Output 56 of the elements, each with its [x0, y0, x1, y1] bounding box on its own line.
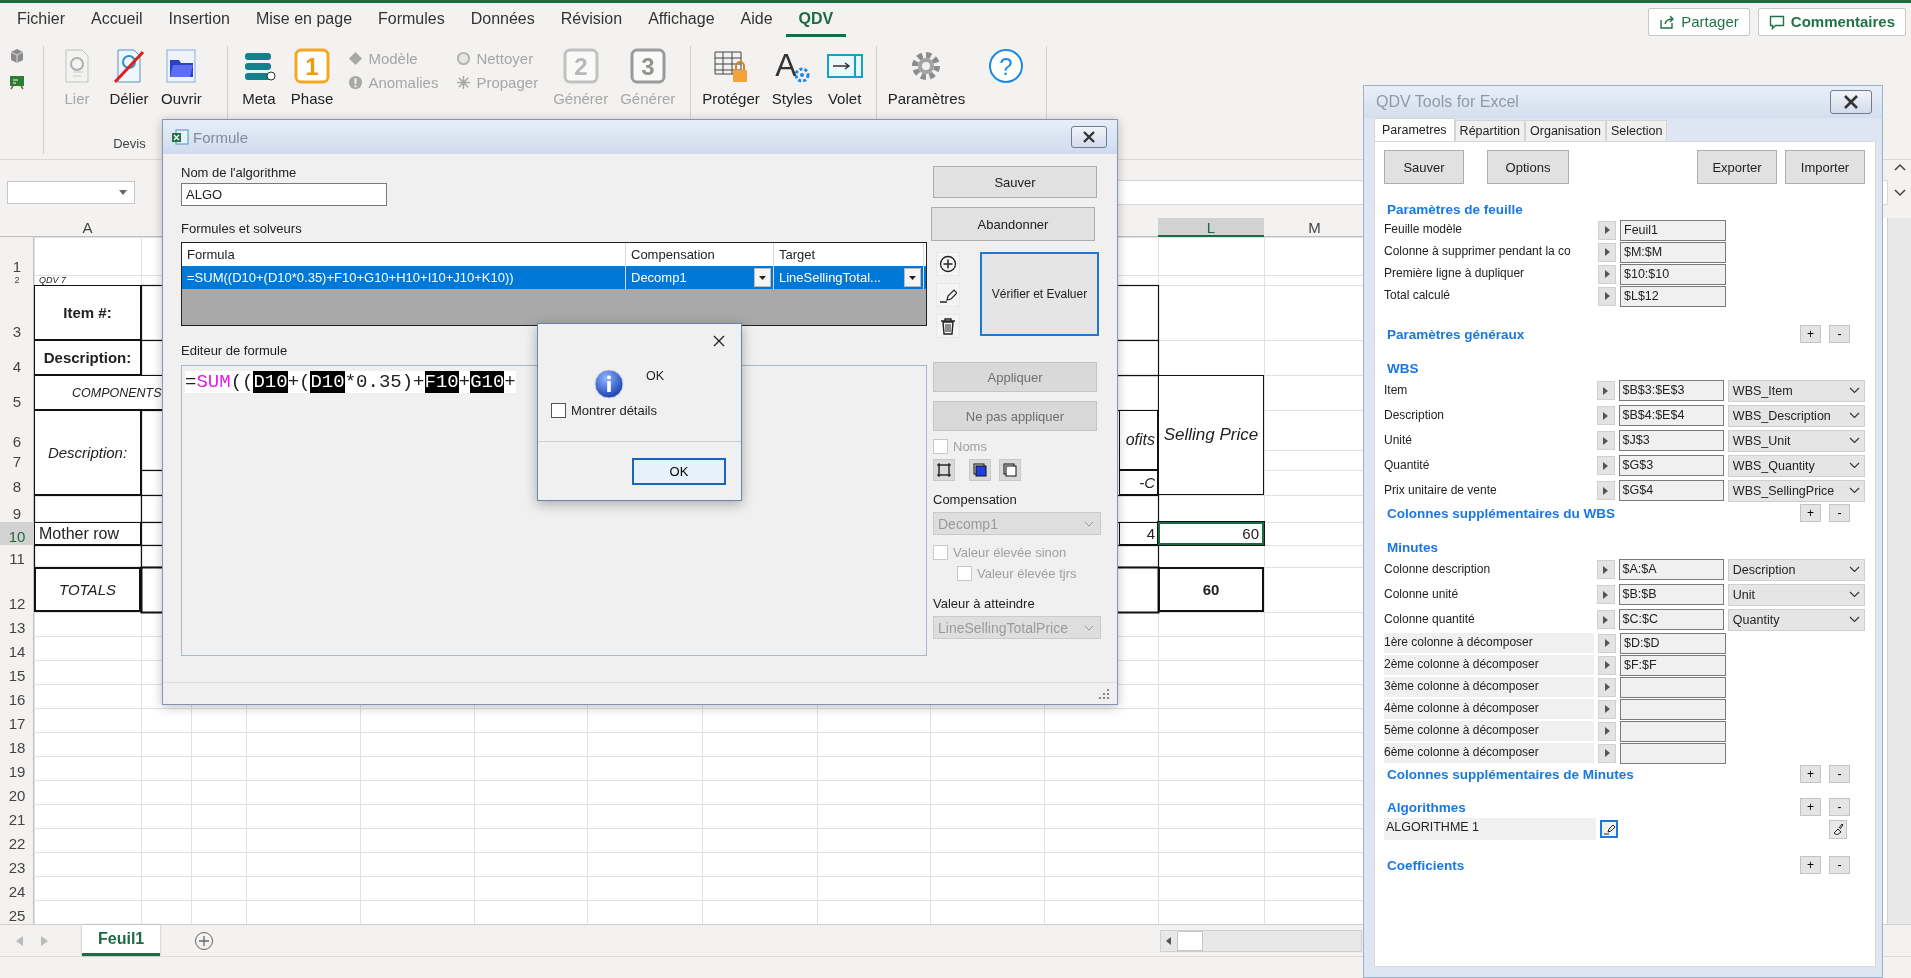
- field-label: Item: [1384, 381, 1409, 399]
- field-label: 5ème colonne à décomposer: [1384, 721, 1594, 741]
- field-label: Editeur de formule: [181, 344, 289, 358]
- field-label: Compensation: [933, 493, 1018, 507]
- section-heading: Paramètres généraux: [1386, 326, 1525, 342]
- table-cell: 4: [1119, 522, 1158, 545]
- number-icon: 1: [292, 46, 333, 86]
- field-label: Unité: [1384, 431, 1413, 449]
- group-label: Devis: [113, 136, 146, 153]
- field-label: Total calculé: [1384, 287, 1452, 304]
- field-label: Colonne description: [1384, 560, 1492, 578]
- field-label: 4ème colonne à décomposer: [1384, 699, 1594, 719]
- checkbox-label: Valeur élevée tjrs: [977, 566, 1077, 581]
- table-cell: Selling Price: [1158, 375, 1264, 495]
- section-label: Formules et solveurs: [181, 222, 303, 236]
- section-heading: Paramètres de feuille: [1386, 201, 1523, 217]
- field-label: Quantité: [1384, 456, 1431, 474]
- field-label: Nom de l'algorithme: [181, 166, 298, 180]
- table-cell: Description:: [34, 340, 141, 375]
- field-label: Colonne quantité: [1384, 610, 1476, 628]
- field-label: Feuille modèle: [1384, 221, 1464, 238]
- table-cell: Description:: [34, 410, 141, 495]
- field-label: Colonne unité: [1384, 585, 1460, 603]
- checkbox-label: Noms: [953, 439, 987, 454]
- table-cell: Decomp1: [631, 270, 687, 285]
- table-cell: LineSellingTotal...: [779, 270, 881, 285]
- window-title: QDV Tools for Excel: [1376, 93, 1520, 111]
- field-label: Première ligne à dupliquer: [1384, 265, 1526, 282]
- formula-text: =SUM((D10+(D10*0.35)+F10+G10+: [185, 371, 516, 393]
- field-label: Prix unitaire de vente: [1384, 481, 1498, 499]
- field-label: 3ème colonne à décomposer: [1384, 677, 1594, 697]
- table-cell: =SUM((D10+(D10*0.35)+F10+G10+H10+I10+J10+K10)): [182, 266, 626, 289]
- table-cell: Mother row: [34, 522, 141, 545]
- section-heading: Coefficients: [1386, 857, 1465, 873]
- table-cell-text: QDV 7: [38, 275, 67, 285]
- table-cell: Item #:: [34, 285, 141, 340]
- table-cell: 60: [1158, 522, 1264, 545]
- section-heading: WBS: [1386, 360, 1419, 376]
- table-cell: 60: [1158, 567, 1264, 612]
- checkbox-label: Valeur élevée sinon: [953, 545, 1067, 560]
- section-heading: Colonnes supplémentaires du WBS: [1386, 505, 1616, 521]
- window-title: Formule: [193, 128, 249, 146]
- field-label: 1ère colonne à décomposer: [1384, 633, 1594, 653]
- field-label: 6ème colonne à décomposer: [1384, 743, 1594, 763]
- section-heading: Minutes: [1386, 539, 1438, 555]
- table-cell: -C: [1119, 470, 1158, 495]
- field-label: Valeur à atteindre: [933, 597, 1036, 611]
- field-label: Colonne à supprimer pendant la co: [1384, 243, 1572, 260]
- section-heading: Algorithmes: [1386, 799, 1466, 815]
- section-heading: Colonnes supplémentaires de Minutes: [1386, 766, 1634, 782]
- table-cell: TOTALS: [34, 567, 141, 612]
- checkbox-label: Montrer détails: [571, 403, 657, 418]
- field-label: Description: [1384, 406, 1446, 424]
- table-cell: ofits: [1119, 410, 1158, 470]
- message-text: OK: [646, 369, 665, 383]
- field-label: 2ème colonne à décomposer: [1384, 655, 1594, 675]
